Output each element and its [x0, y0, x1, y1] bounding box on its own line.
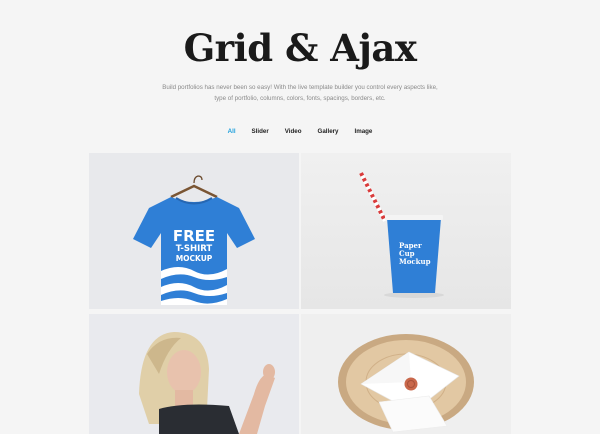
- cup-mockup-image: [359, 172, 444, 298]
- tshirt-text-line-1: FREE: [172, 227, 216, 245]
- filter-tab-image[interactable]: Image: [346, 128, 380, 135]
- page-title: Grid & Ajax: [183, 26, 417, 70]
- portfolio-item-tshirt[interactable]: FREE T-SHIRT MOCKUP: [89, 153, 299, 309]
- filter-tab-video[interactable]: Video: [277, 128, 310, 135]
- portfolio-item-envelope[interactable]: [301, 314, 511, 434]
- portfolio-grid: FREE T-SHIRT MOCKUP Paper Cup Mockup: [89, 153, 511, 434]
- filter-tab-all[interactable]: All: [220, 128, 244, 135]
- portfolio-item-photo[interactable]: [89, 314, 299, 434]
- portfolio-filter-tabs: All Slider Video Gallery Image: [0, 128, 600, 135]
- filter-tab-gallery[interactable]: Gallery: [310, 128, 347, 135]
- portfolio-item-cup[interactable]: Paper Cup Mockup: [301, 153, 511, 309]
- tshirt-text-line-2: T-SHIRT: [175, 244, 213, 254]
- cup-text-line-3: Mockup: [399, 257, 431, 266]
- filter-tab-slider[interactable]: Slider: [244, 128, 277, 135]
- tshirt-text-line-3: MOCKUP: [175, 254, 213, 263]
- envelope-mockup-image: [338, 334, 474, 433]
- portrait-photo-image: [139, 332, 275, 434]
- page-subtitle: Build portfolios has never been so easy!…: [162, 84, 438, 102]
